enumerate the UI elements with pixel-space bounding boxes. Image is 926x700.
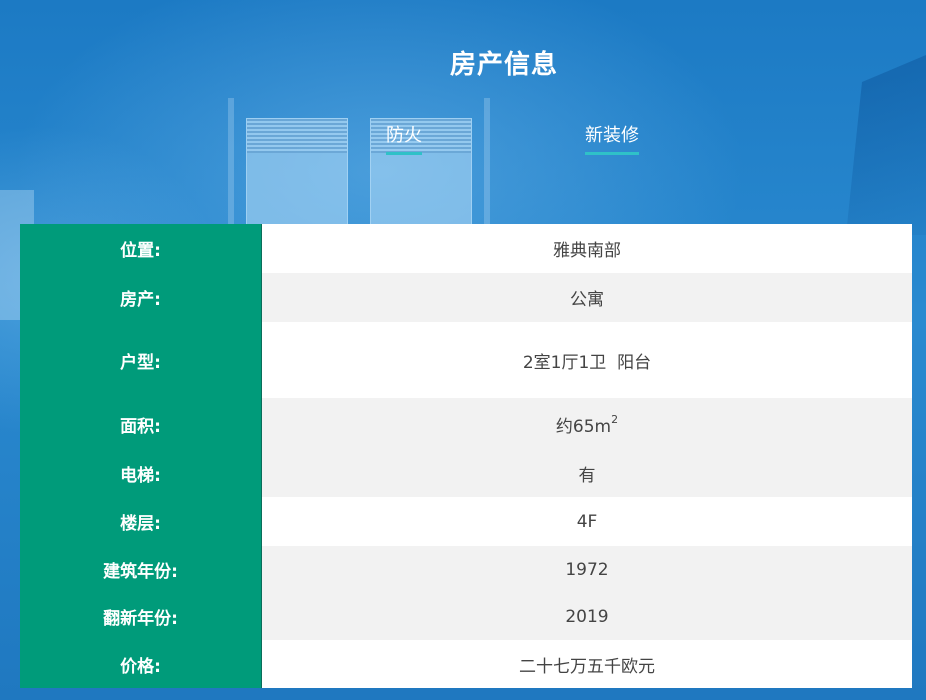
tag-fireproof: 防火 [386, 124, 422, 155]
row-label-built-year: 建筑年份: [20, 546, 262, 593]
window-shutter-left [246, 118, 348, 228]
row-label-location: 位置: [20, 224, 262, 273]
row-value-area: 约65m2 [261, 398, 912, 450]
row-value-layout: 2室1厅1卫 阳台 [261, 322, 912, 398]
row-value-location: 雅典南部 [261, 224, 912, 273]
tag-newly-renovated: 新装修 [585, 124, 639, 155]
row-value-built-year: 1972 [261, 546, 912, 593]
row-value-price: 二十七万五千欧元 [261, 640, 912, 688]
area-value-text: 约65m [555, 416, 612, 437]
table-row: 位置: 雅典南部 [20, 224, 912, 273]
wall-decoration [846, 55, 926, 235]
row-label-area: 面积: [20, 398, 262, 450]
row-value-property-type: 公寓 [261, 273, 912, 322]
table-row: 翻新年份: 2019 [20, 593, 912, 640]
table-row: 户型: 2室1厅1卫 阳台 [20, 322, 912, 398]
row-label-elevator: 电梯: [20, 450, 262, 497]
row-value-floor: 4F [261, 497, 912, 546]
row-label-floor: 楼层: [20, 497, 262, 546]
table-row: 面积: 约65m2 [20, 398, 912, 450]
row-label-renovation-year: 翻新年份: [20, 593, 262, 640]
row-label-layout: 户型: [20, 322, 262, 398]
table-row: 电梯: 有 [20, 450, 912, 497]
table-row: 房产: 公寓 [20, 273, 912, 322]
row-value-elevator: 有 [261, 450, 912, 497]
table-row: 楼层: 4F [20, 497, 912, 546]
table-row: 价格: 二十七万五千欧元 [20, 640, 912, 688]
page-title: 房产信息 [449, 50, 558, 80]
property-info-table: 位置: 雅典南部 房产: 公寓 户型: 2室1厅1卫 阳台 面积: 约65m2 … [20, 224, 912, 688]
row-label-price: 价格: [20, 640, 262, 688]
table-row: 建筑年份: 1972 [20, 546, 912, 593]
area-unit-superscript: 2 [611, 412, 619, 426]
row-value-renovation-year: 2019 [261, 593, 912, 640]
row-label-property-type: 房产: [20, 273, 262, 322]
